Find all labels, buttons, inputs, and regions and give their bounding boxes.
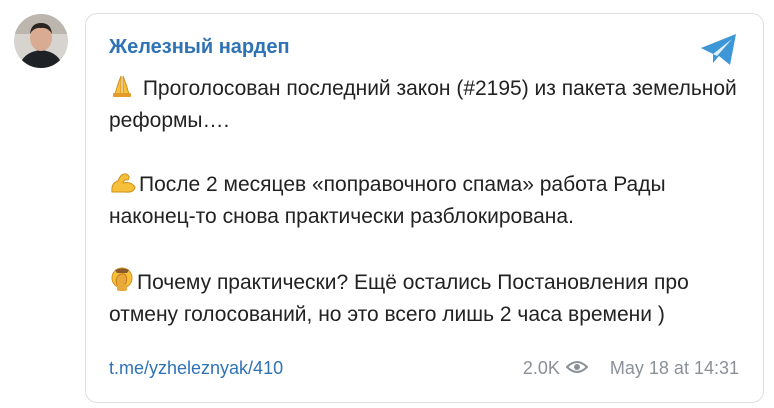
post-date: May 18 at 14:31 bbox=[609, 358, 739, 378]
message-paragraph: Почему практически? Ещё остались Постано… bbox=[109, 266, 749, 329]
telegram-icon[interactable] bbox=[699, 32, 739, 68]
facepalm-icon bbox=[109, 266, 135, 300]
message-meta: 2.0K May 18 at 14:31 bbox=[523, 358, 739, 379]
message-text: Проголосован последний закон (#2195) из … bbox=[109, 74, 749, 329]
view-count: 2.0K bbox=[522, 358, 560, 378]
message-footer: t.me/yzheleznyak/410 2.0K May 18 at 14:3… bbox=[109, 358, 739, 382]
message-card: Железный нардеп Проголосован последний з… bbox=[85, 13, 764, 403]
post-link[interactable]: t.me/yzheleznyak/410 bbox=[109, 358, 283, 379]
folded-hands-icon bbox=[109, 74, 135, 106]
message-paragraph: После 2 месяцев «поправочного спама» раб… bbox=[109, 170, 749, 231]
message-paragraph: Проголосован последний закон (#2195) из … bbox=[109, 74, 749, 135]
channel-avatar[interactable] bbox=[14, 14, 68, 68]
flexed-biceps-icon bbox=[109, 170, 137, 202]
eye-icon bbox=[565, 358, 589, 379]
channel-name[interactable]: Железный нардеп bbox=[109, 36, 290, 59]
